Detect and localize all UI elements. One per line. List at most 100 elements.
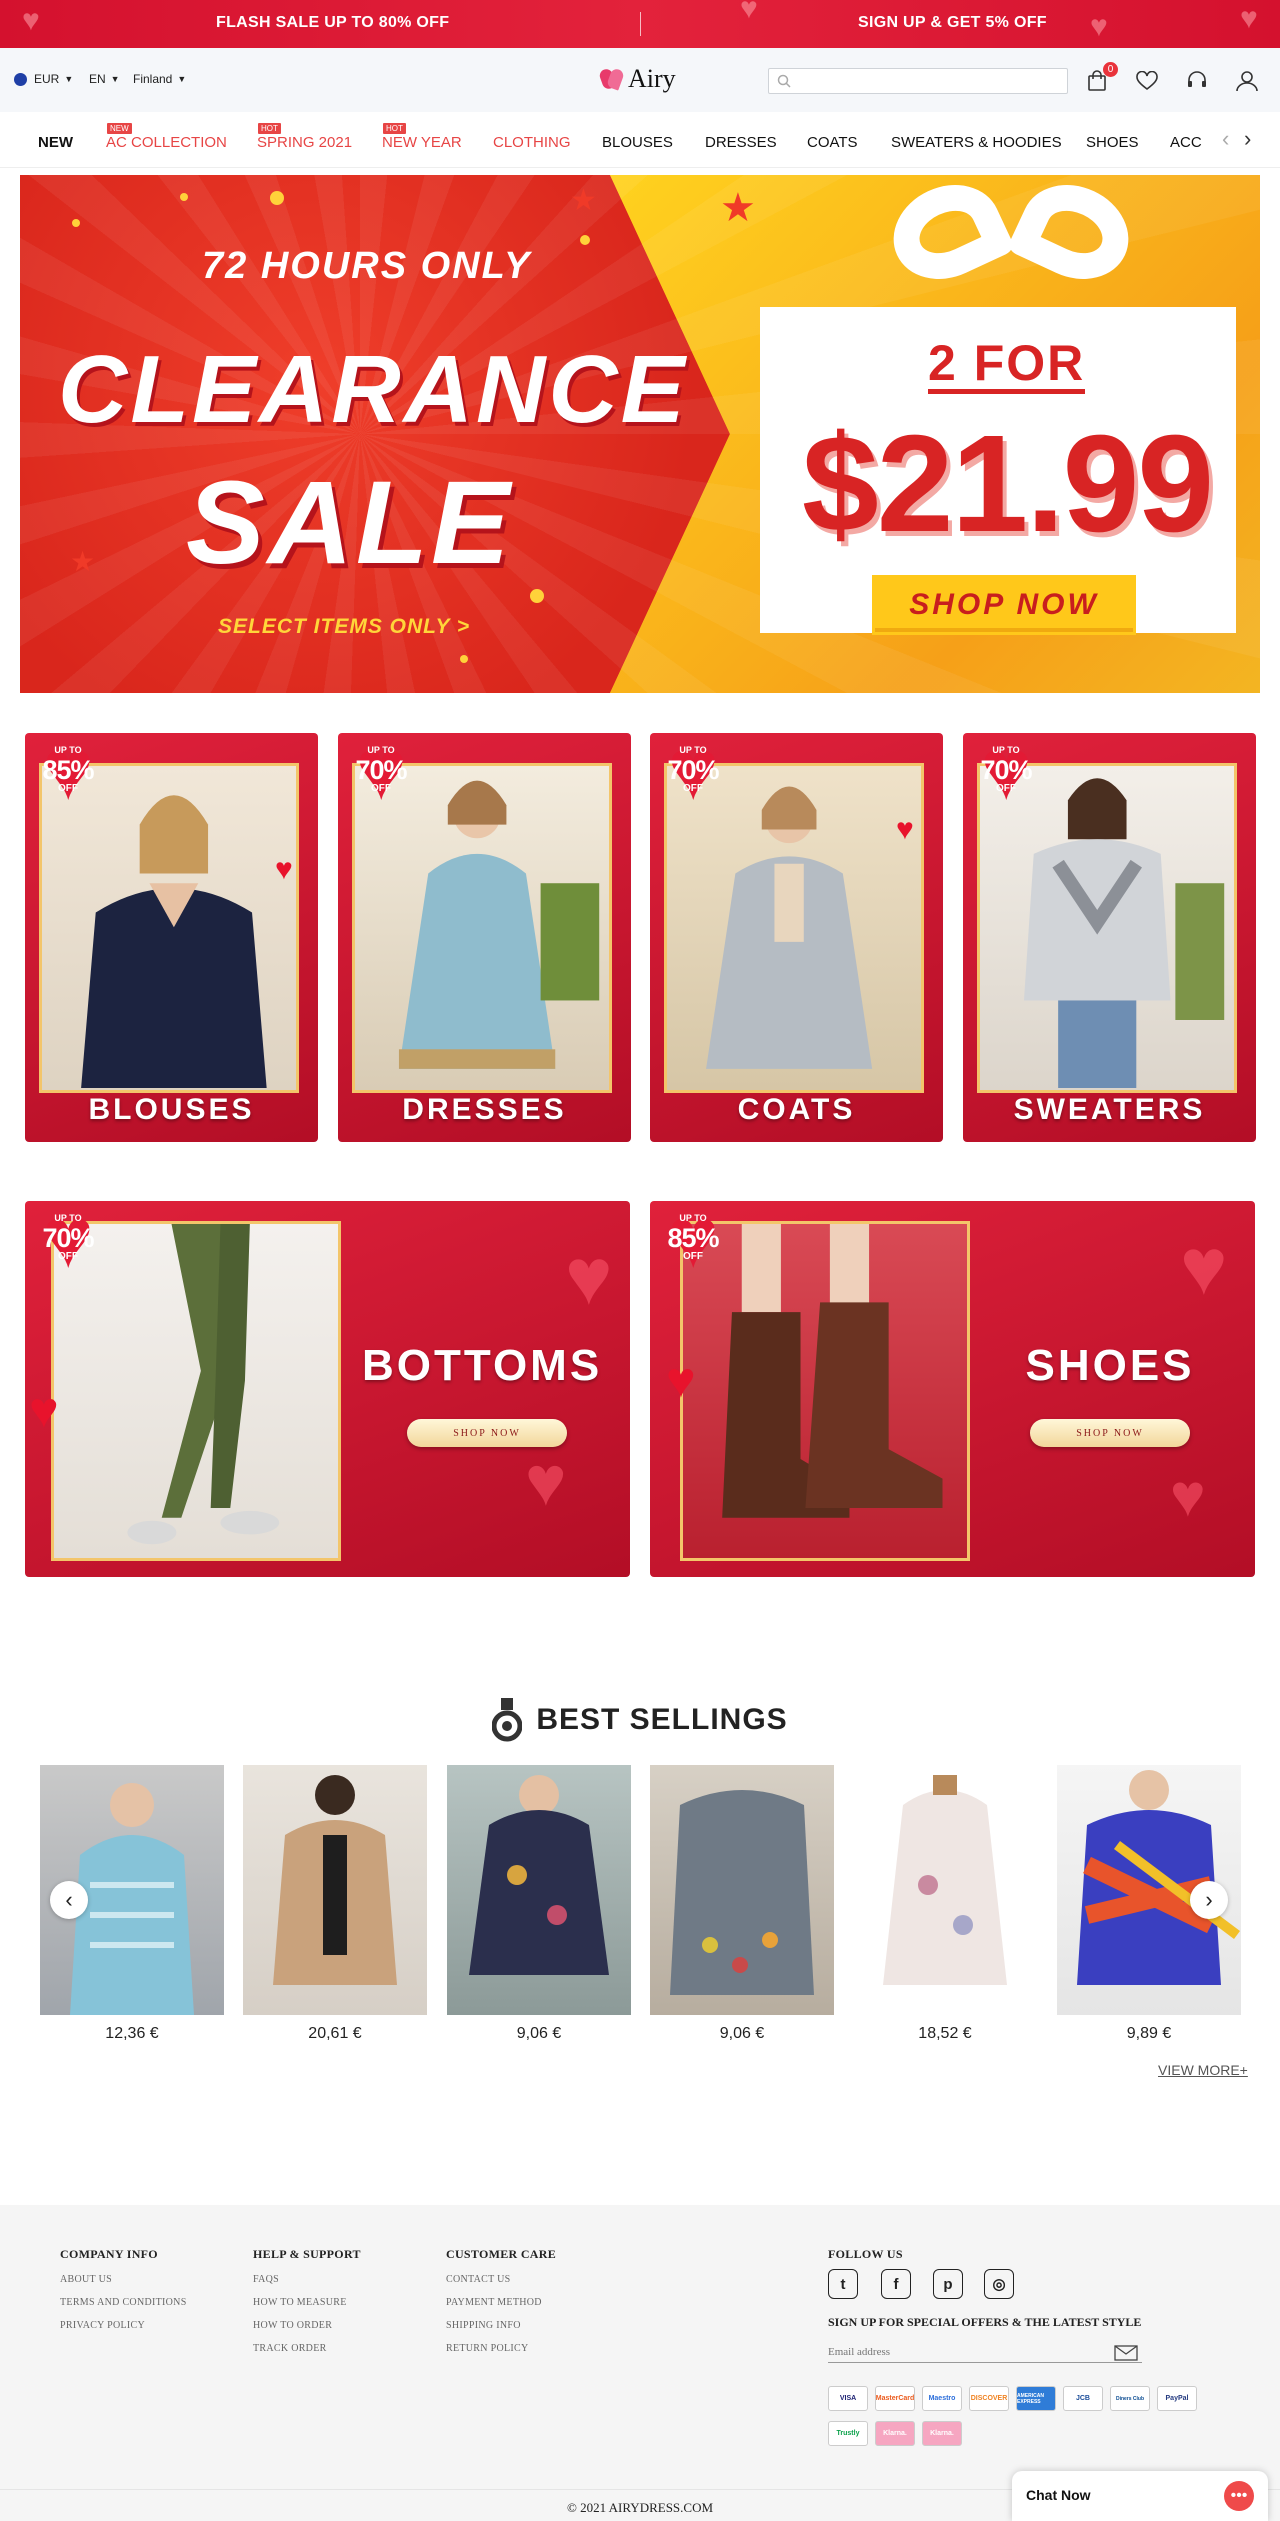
product-card[interactable]: 18,52 €	[853, 1765, 1037, 2043]
product-price: 9,06 €	[516, 2025, 562, 2042]
footer-link-privacy[interactable]: PRIVACY POLICY	[60, 2320, 187, 2331]
language-selector[interactable]: EN ▼	[89, 72, 120, 86]
envelope-icon[interactable]	[1114, 2345, 1138, 2361]
search-input[interactable]	[797, 71, 1059, 91]
footer-link-terms[interactable]: TERMS AND CONDITIONS	[60, 2297, 187, 2308]
footer-link-shipping-info[interactable]: SHIPPING INFO	[446, 2320, 556, 2331]
country-label: Finland	[133, 72, 173, 86]
footer-link-track-order[interactable]: TRACK ORDER	[253, 2343, 361, 2354]
instagram-icon[interactable]: ◎	[984, 2269, 1014, 2299]
product-photo	[883, 1775, 1007, 1985]
footer-link-about-us[interactable]: ABOUT US	[60, 2274, 187, 2285]
footer-column-title: CUSTOMER CARE	[446, 2247, 557, 2261]
chat-widget[interactable]: Chat Now •••	[1012, 2471, 1268, 2521]
category-tile-bottoms[interactable]: ♥ ♥ ♥ ♥ UP TO 70% OFF BOTTOMS SHOP NOW	[25, 1201, 630, 1577]
new-tag: NEW	[107, 123, 132, 134]
product-image[interactable]	[853, 1765, 1037, 2015]
nav-item-new-year[interactable]: HOT NEW YEAR	[382, 123, 462, 151]
footer-link-payment-method[interactable]: PAYMENT METHOD	[446, 2297, 556, 2308]
product-image[interactable]	[650, 1765, 834, 2015]
pinterest-icon[interactable]: p	[933, 2269, 963, 2299]
product-card[interactable]: 9,06 €	[650, 1765, 834, 2043]
search-box[interactable]	[768, 68, 1068, 94]
category-label: SWEATERS	[1013, 1093, 1206, 1126]
nav-item-spring-2021[interactable]: HOT SPRING 2021	[257, 123, 352, 151]
user-icon	[1236, 71, 1258, 92]
chevron-down-icon: ▼	[64, 74, 74, 84]
nav-item-dresses[interactable]: DRESSES	[705, 134, 777, 151]
chat-bubble-icon[interactable]: •••	[1224, 2481, 1254, 2511]
header: EUR ▼ EN ▼ Finland ▼ Airy 0	[0, 48, 1280, 112]
confetti-dot	[270, 191, 284, 205]
discount-badge: ♥ UP TO 70% OFF	[654, 733, 732, 813]
category-label: SHOES	[1025, 1341, 1195, 1390]
heart-decoration-icon: ♥	[896, 813, 914, 846]
category-tile-shoes[interactable]: ♥ ♥ ♥ ♥ UP TO 85% OFF SHOES SHOP NOW	[650, 1201, 1255, 1577]
nav-item-acc[interactable]: ACC	[1170, 134, 1202, 151]
email-field[interactable]	[828, 2341, 1142, 2363]
heart-balloon-icon: ♥	[1180, 1222, 1228, 1311]
footer-link-how-to-order[interactable]: HOW TO ORDER	[253, 2320, 361, 2331]
nav-item-new[interactable]: NEW	[38, 134, 73, 151]
logo-text: Airy	[628, 64, 676, 93]
product-card[interactable]: 9,06 €	[447, 1765, 631, 2043]
nav-item-ac-collection[interactable]: NEW AC COLLECTION	[106, 123, 227, 151]
shop-now-button[interactable]: SHOP NOW	[1030, 1419, 1190, 1447]
nav-item-shoes[interactable]: SHOES	[1086, 134, 1139, 151]
hero-banner[interactable]: ★ ★ ★ 72 HOURS ONLY CLEARANCE SALE SELEC…	[20, 175, 1260, 693]
twitter-icon[interactable]: t	[828, 2269, 858, 2299]
facebook-icon[interactable]: f	[881, 2269, 911, 2299]
account-button[interactable]	[1234, 68, 1260, 94]
hero-shop-now-button[interactable]: SHOP NOW	[872, 575, 1136, 635]
product-card[interactable]: 20,61 €	[243, 1765, 427, 2043]
discount-badge: ♥ UP TO 85% OFF	[29, 733, 107, 813]
product-photo	[273, 1775, 397, 1985]
nav-item-clothing[interactable]: CLOTHING	[493, 134, 571, 151]
search-icon[interactable]	[777, 74, 791, 88]
nav-item-blouses[interactable]: BLOUSES	[602, 134, 673, 151]
footer-link-contact-us[interactable]: CONTACT US	[446, 2274, 556, 2285]
nav-next-arrow-icon[interactable]: ›	[1244, 126, 1251, 152]
chevron-down-icon: ▼	[177, 74, 187, 84]
star-decoration-icon: ★	[720, 186, 756, 230]
hot-tag: HOT	[383, 123, 406, 134]
currency-selector[interactable]: EUR ▼	[14, 72, 73, 86]
klarna-icon: Klarna.	[875, 2421, 915, 2446]
category-tile-coats[interactable]: ♥ ♥ UP TO 70% OFF COATS	[650, 733, 943, 1142]
footer-link-return-policy[interactable]: RETURN POLICY	[446, 2343, 556, 2354]
footer-link-faqs[interactable]: FAQS	[253, 2274, 361, 2285]
category-tile-dresses[interactable]: ♥ UP TO 70% OFF DRESSES	[338, 733, 631, 1142]
nav-item-coats[interactable]: COATS	[807, 134, 858, 151]
hero-heading-sale: SALE	[186, 457, 513, 589]
heart-decoration-icon: ♥	[1090, 10, 1108, 43]
confetti-dot	[580, 235, 590, 245]
signup-offer-link[interactable]: SIGN UP & GET 5% OFF	[858, 14, 1047, 32]
flash-sale-link[interactable]: FLASH SALE UP TO 80% OFF	[216, 14, 449, 32]
heart-decoration-icon: ♥	[1240, 2, 1258, 35]
hero-offer-label: 2 FOR	[928, 337, 1086, 394]
nav-item-sweaters-hoodies[interactable]: SWEATERS & HOODIES	[891, 134, 1062, 151]
carousel-prev-button[interactable]: ‹	[50, 1881, 88, 1919]
headset-icon	[1188, 71, 1206, 87]
main-nav: NEW NEW AC COLLECTION HOT SPRING 2021 HOT N…	[0, 112, 1280, 168]
view-more-link[interactable]: VIEW MORE+	[1158, 2062, 1248, 2078]
cart-button[interactable]: 0	[1084, 62, 1118, 94]
site-logo[interactable]: Airy	[600, 64, 676, 94]
wishlist-button[interactable]	[1134, 68, 1160, 94]
shop-now-button[interactable]: SHOP NOW	[407, 1419, 567, 1447]
nav-prev-arrow-icon[interactable]: ‹	[1222, 126, 1229, 152]
footer-link-how-to-measure[interactable]: HOW TO MEASURE	[253, 2297, 361, 2308]
product-image[interactable]	[243, 1765, 427, 2015]
newsletter-heading: SIGN UP FOR SPECIAL OFFERS & THE LATEST …	[828, 2315, 1142, 2329]
heart-balloon-icon: ♥	[525, 1442, 567, 1520]
customer-service-button[interactable]	[1184, 68, 1210, 94]
country-selector[interactable]: Finland ▼	[133, 72, 186, 86]
category-tile-sweaters[interactable]: ♥ UP TO 70% OFF SWEATERS	[963, 733, 1256, 1142]
confetti-dot	[180, 193, 188, 201]
product-image[interactable]	[447, 1765, 631, 2015]
product-price: 20,61 €	[308, 2025, 362, 2042]
hero-select-items-link[interactable]: SELECT ITEMS ONLY >	[218, 615, 470, 639]
footer-company-info: COMPANY INFO ABOUT US TERMS AND CONDITIO…	[60, 2247, 187, 2343]
carousel-next-button[interactable]: ›	[1190, 1881, 1228, 1919]
category-tile-blouses[interactable]: ♥ ♥ UP TO 85% OFF BLOUSES	[25, 733, 318, 1142]
